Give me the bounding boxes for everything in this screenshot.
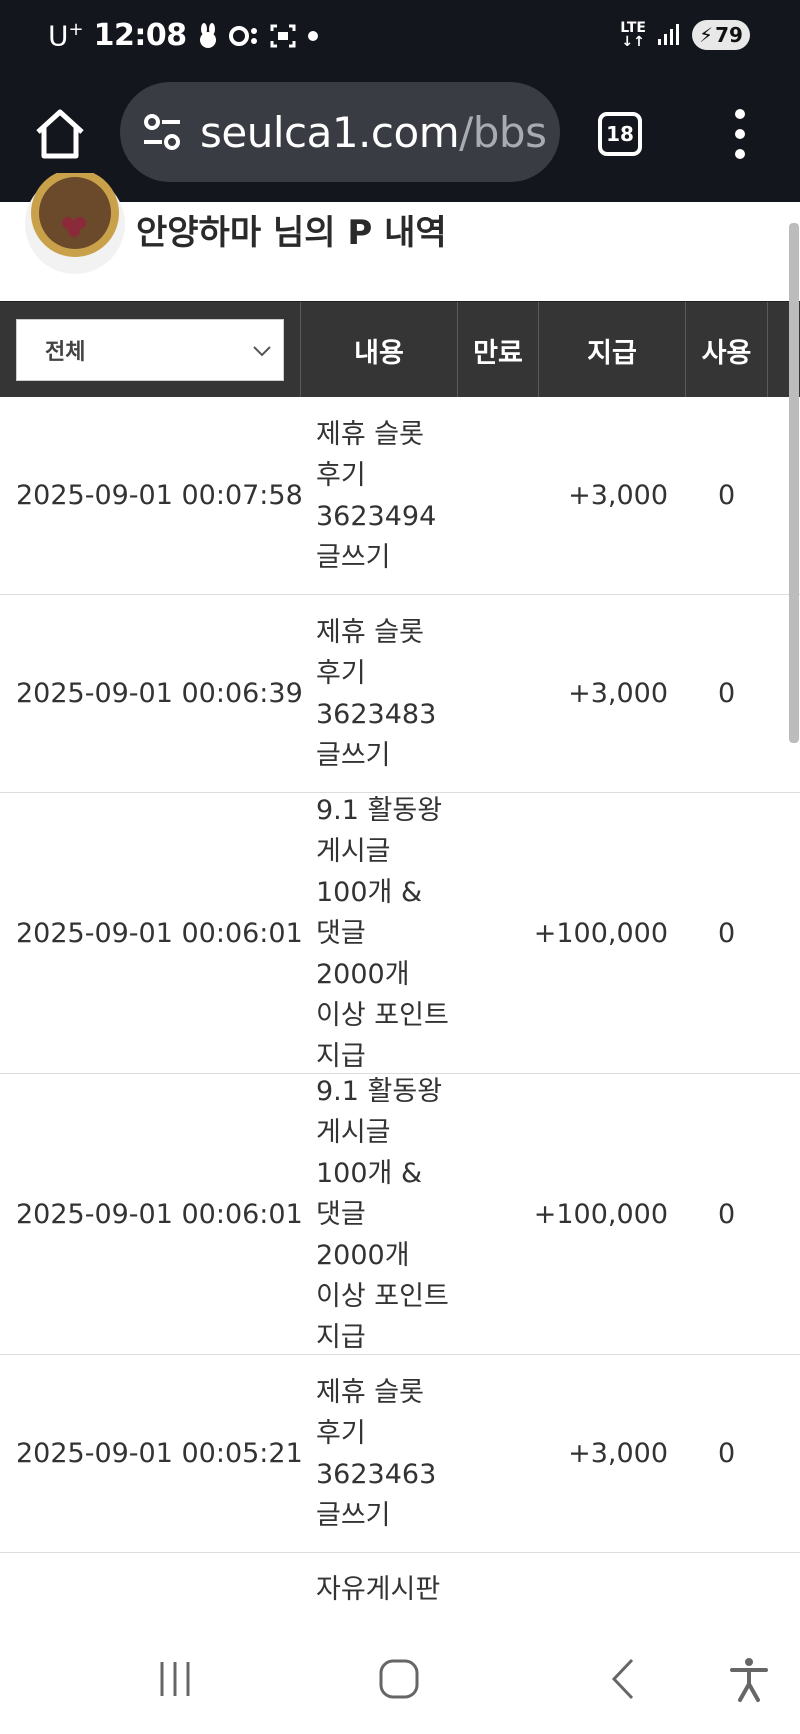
tabs-button[interactable]: 18 — [598, 112, 642, 156]
recents-icon[interactable] — [150, 1654, 200, 1704]
row-date: 2025-09-01 00:05:21 — [16, 1438, 303, 1469]
column-header-pay: 지급 — [538, 302, 685, 398]
avatar — [25, 173, 125, 274]
table-header: 전체 내용 만료 지급 사용 — [0, 301, 800, 398]
row-content: 9.1 활동왕 게시글 100개 & 댓글 2000개 이상 포인트 지급 — [316, 1075, 449, 1353]
network-indicator: LTE ↓↑ — [620, 20, 646, 50]
row-content: 자유게시판 — [316, 1574, 441, 1605]
row-use: 0 — [718, 480, 736, 511]
signal-icon — [658, 24, 679, 45]
accessibility-icon[interactable] — [724, 1654, 774, 1704]
row-pay: +3,000 — [568, 678, 668, 709]
table-row: 2025-09-01 00:06:01 9.1 활동왕 게시글 100개 & 댓… — [0, 793, 800, 1074]
row-content: 제휴 슬롯 후기 3623483 글쓰기 — [316, 616, 437, 771]
dot-icon — [307, 30, 318, 41]
page-title: 안양하마 님의 P 내역 — [136, 213, 447, 253]
row-use: 0 — [718, 917, 736, 949]
table-row: 2025-09-01 00:06:01 9.1 활동왕 게시글 100개 & 댓… — [0, 1074, 800, 1355]
battery-indicator: ⚡ 79 — [692, 20, 750, 50]
nav-home-icon[interactable] — [374, 1654, 424, 1704]
tune-icon[interactable] — [140, 110, 184, 154]
row-content: 9.1 활동왕 게시글 100개 & 댓글 2000개 이상 포인트 지급 — [316, 794, 449, 1072]
row-content: 제휴 슬롯 후기 3623494 글쓰기 — [316, 418, 437, 573]
chevron-down-icon — [253, 346, 271, 357]
url-text[interactable]: seulca1.com/bbs — [200, 108, 547, 157]
bolt-icon: ⚡ — [699, 23, 714, 47]
row-date: 2025-09-01 00:06:01 — [16, 1198, 303, 1230]
page-scrollbar[interactable] — [789, 223, 799, 743]
screenshot-icon — [270, 24, 296, 47]
row-pay: +3,000 — [568, 1438, 668, 1469]
column-header-use: 사용 — [685, 302, 767, 398]
address-bar[interactable]: seulca1.com/bbs — [120, 82, 560, 182]
page-header: 안양하마 님의 P 내역 — [0, 173, 800, 301]
more-vert-icon[interactable] — [726, 106, 754, 162]
filter-select[interactable]: 전체 — [16, 319, 284, 381]
row-date: 2025-09-01 00:06:39 — [16, 678, 303, 709]
talk-icon — [228, 25, 257, 46]
row-use: 0 — [718, 1198, 736, 1230]
carrier-label: U+ — [48, 18, 84, 53]
row-date: 2025-09-01 00:07:58 — [16, 480, 303, 511]
row-content: 제휴 슬롯 후기 3623463 글쓰기 — [316, 1376, 437, 1531]
row-use: 0 — [718, 678, 736, 709]
column-header-content: 내용 — [300, 302, 457, 398]
table-row: 2025-09-01 00:05:21 제휴 슬롯 후기 3623463 글쓰기… — [0, 1355, 800, 1553]
status-time: 12:08 — [93, 18, 188, 53]
points-table-body: 2025-09-01 00:07:58 제휴 슬롯 후기 3623494 글쓰기… — [0, 397, 800, 1734]
row-use: 0 — [718, 1438, 736, 1469]
row-pay: +100,000 — [533, 1198, 668, 1230]
back-icon[interactable] — [600, 1654, 650, 1704]
table-row: 2025-09-01 00:06:39 제휴 슬롯 후기 3623483 글쓰기… — [0, 595, 800, 793]
system-nav-bar — [0, 1624, 800, 1734]
rabbit-icon — [199, 22, 216, 48]
home-icon[interactable] — [30, 104, 90, 164]
tab-count: 18 — [606, 122, 634, 146]
row-pay: +100,000 — [533, 917, 668, 949]
status-bar: U+ 12:08 LTE ↓↑ ⚡ 79 — [0, 0, 800, 76]
row-pay: +3,000 — [568, 480, 668, 511]
column-header-expire: 만료 — [457, 302, 538, 398]
row-date: 2025-09-01 00:06:01 — [16, 917, 303, 949]
table-row: 2025-09-01 00:07:58 제휴 슬롯 후기 3623494 글쓰기… — [0, 397, 800, 595]
